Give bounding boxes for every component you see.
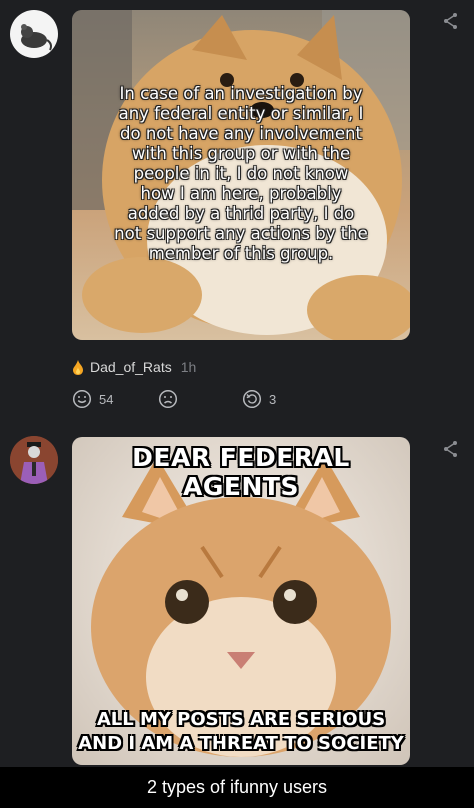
- caption-bar: 2 types of ifunny users: [0, 767, 474, 808]
- meme-bottom-line1: ALL MY POSTS ARE SERIOUS: [96, 709, 386, 730]
- repost-icon: [242, 389, 262, 409]
- meme-bottom-line2: AND I AM A THREAT TO SOCIETY: [78, 733, 404, 754]
- figure-in-suit-icon: [10, 436, 58, 484]
- unsmile-button[interactable]: [158, 389, 178, 409]
- smile-button[interactable]: 54: [72, 389, 113, 409]
- flame-icon: [72, 359, 84, 375]
- repost-button[interactable]: 3: [242, 389, 276, 409]
- repost-count: 3: [269, 391, 277, 407]
- user-avatar-suit[interactable]: [10, 436, 58, 484]
- meme-caption-text: In case of an investigation by any feder…: [114, 84, 368, 263]
- smile-icon: [72, 389, 92, 409]
- meme-top-text: DEAR FEDERAL AGENTS: [132, 443, 350, 501]
- share-icon[interactable]: [441, 11, 461, 31]
- meme-image-cat[interactable]: DEAR FEDERAL AGENTS ALL MY POSTS ARE SER…: [72, 437, 410, 765]
- caption-text: 2 types of ifunny users: [146, 777, 328, 797]
- share-icon[interactable]: [441, 439, 461, 459]
- author-name[interactable]: Dad_of_Rats: [90, 359, 172, 375]
- rat-icon: [21, 24, 52, 51]
- smile-count: 54: [99, 391, 114, 407]
- meme-image-doge[interactable]: In case of an investigation by any feder…: [72, 10, 410, 340]
- user-avatar-rat[interactable]: [10, 10, 58, 58]
- frown-icon: [158, 389, 178, 409]
- post-time: 1h: [180, 359, 197, 375]
- post-author-row: Dad_of_Rats 1h: [72, 357, 196, 377]
